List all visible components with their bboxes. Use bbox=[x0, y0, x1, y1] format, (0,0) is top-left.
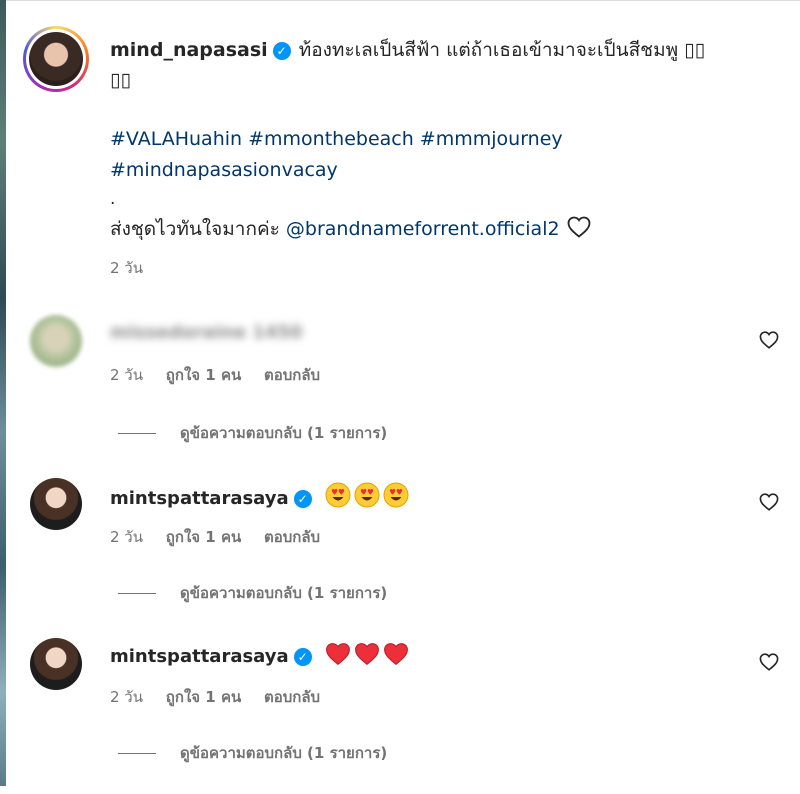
comment-username[interactable]: mintspattarasaya bbox=[110, 488, 289, 509]
post-author-avatar[interactable] bbox=[23, 26, 89, 92]
comment-item: mintspattarasaya ✓ 2 วัน ถูกใจ 1 คน ตอบกล… bbox=[0, 634, 800, 794]
red-heart-emoji-icon bbox=[383, 642, 409, 674]
comment-emojis bbox=[325, 482, 412, 509]
top-divider bbox=[6, 0, 800, 1]
hashtag-link[interactable]: #VALAHuahin #mmonthebeach #mmmjourney bbox=[110, 124, 750, 155]
comment-meta: 2 วัน ถูกใจ 1 คน ตอบกลับ bbox=[110, 685, 338, 709]
comment-likes-count[interactable]: ถูกใจ 1 คน bbox=[166, 688, 241, 706]
post-credit-line: ส่งชุดไวทันใจมากค่ะ @brandnameforrent.of… bbox=[110, 214, 592, 247]
comment-avatar[interactable] bbox=[30, 315, 82, 367]
view-replies-button[interactable]: ดูข้อความตอบกลับ (1 รายการ) bbox=[118, 421, 387, 445]
comment-emojis bbox=[325, 643, 412, 667]
view-replies-label: ดูข้อความตอบกลับ (1 รายการ) bbox=[180, 424, 388, 442]
heart-outline-icon bbox=[759, 331, 779, 349]
caption-dot: . bbox=[110, 189, 116, 209]
view-replies-label: ดูข้อความตอบกลับ (1 รายการ) bbox=[180, 584, 388, 602]
comment-like-button[interactable] bbox=[758, 329, 780, 351]
comment-reply-button[interactable]: ตอบกลับ bbox=[264, 366, 320, 384]
mention-link[interactable]: @brandnameforrent.official2 bbox=[286, 218, 560, 240]
heart-outline-icon bbox=[759, 493, 779, 511]
comment-timestamp[interactable]: 2 วัน bbox=[110, 688, 143, 706]
comment-avatar[interactable] bbox=[30, 478, 82, 530]
view-replies-label: ดูข้อความตอบกลับ (1 รายการ) bbox=[180, 744, 388, 762]
replies-divider bbox=[118, 752, 156, 754]
view-replies-button[interactable]: ดูข้อความตอบกลับ (1 รายการ) bbox=[118, 581, 387, 605]
comment-username[interactable]: missedoraine 1450 bbox=[110, 320, 302, 346]
comment-timestamp[interactable]: 2 วัน bbox=[110, 528, 143, 546]
post-timestamp[interactable]: 2 วัน bbox=[110, 256, 143, 280]
comment-item: mintspattarasaya ✓ 2 วัน ถูกใจ 1 คน ตอบกล… bbox=[0, 474, 800, 634]
comment-like-button[interactable] bbox=[758, 491, 780, 513]
post-caption-text: ท้องทะเลเป็นสีฟ้า แต่ถ้าเธอเข้ามาจะเป็นส… bbox=[298, 39, 706, 61]
comment-item: missedoraine 1450 2 วัน ถูกใจ 1 คน ตอบกล… bbox=[0, 312, 800, 472]
comment-avatar[interactable] bbox=[30, 638, 82, 690]
comment-likes-count[interactable]: ถูกใจ 1 คน bbox=[166, 366, 241, 384]
post-author-username[interactable]: mind_napasasi bbox=[110, 39, 268, 61]
comment-likes-count[interactable]: ถูกใจ 1 คน bbox=[166, 528, 241, 546]
hashtag-link[interactable]: #mindnapasasionvacay bbox=[110, 155, 750, 186]
view-replies-button[interactable]: ดูข้อความตอบกลับ (1 รายการ) bbox=[118, 741, 387, 765]
white-heart-emoji-icon bbox=[566, 216, 592, 247]
replies-divider bbox=[118, 432, 156, 434]
comment-header: missedoraine 1450 bbox=[110, 320, 302, 346]
comment-header: mintspattarasaya ✓ bbox=[110, 642, 412, 674]
comment-meta: 2 วัน ถูกใจ 1 คน ตอบกลับ bbox=[110, 363, 338, 387]
heart-eyes-emoji-icon bbox=[325, 482, 351, 516]
comment-meta: 2 วัน ถูกใจ 1 คน ตอบกลับ bbox=[110, 525, 338, 549]
post-caption-header: mind_napasasi ✓ ท้องทะเลเป็นสีฟ้า แต่ถ้าเ… bbox=[110, 35, 770, 65]
heart-eyes-emoji-icon bbox=[354, 482, 380, 516]
verified-badge-icon: ✓ bbox=[293, 490, 312, 508]
comment-header: mintspattarasaya ✓ bbox=[110, 482, 412, 516]
post-caption-text-cont: ▯▯ bbox=[110, 69, 131, 91]
heart-eyes-emoji-icon bbox=[383, 482, 409, 516]
comment-reply-button[interactable]: ตอบกลับ bbox=[264, 528, 320, 546]
comment-timestamp[interactable]: 2 วัน bbox=[110, 366, 143, 384]
comment-reply-button[interactable]: ตอบกลับ bbox=[264, 688, 320, 706]
heart-outline-icon bbox=[759, 653, 779, 671]
post-hashtags: #VALAHuahin #mmonthebeach #mmmjourney #m… bbox=[110, 124, 750, 186]
comment-username[interactable]: mintspattarasaya bbox=[110, 646, 289, 667]
credit-text: ส่งชุดไวทันใจมากค่ะ bbox=[110, 218, 286, 240]
red-heart-emoji-icon bbox=[354, 642, 380, 674]
replies-divider bbox=[118, 592, 156, 594]
comment-like-button[interactable] bbox=[758, 651, 780, 673]
verified-badge-icon: ✓ bbox=[272, 42, 291, 60]
verified-badge-icon: ✓ bbox=[293, 648, 312, 666]
red-heart-emoji-icon bbox=[325, 642, 351, 674]
